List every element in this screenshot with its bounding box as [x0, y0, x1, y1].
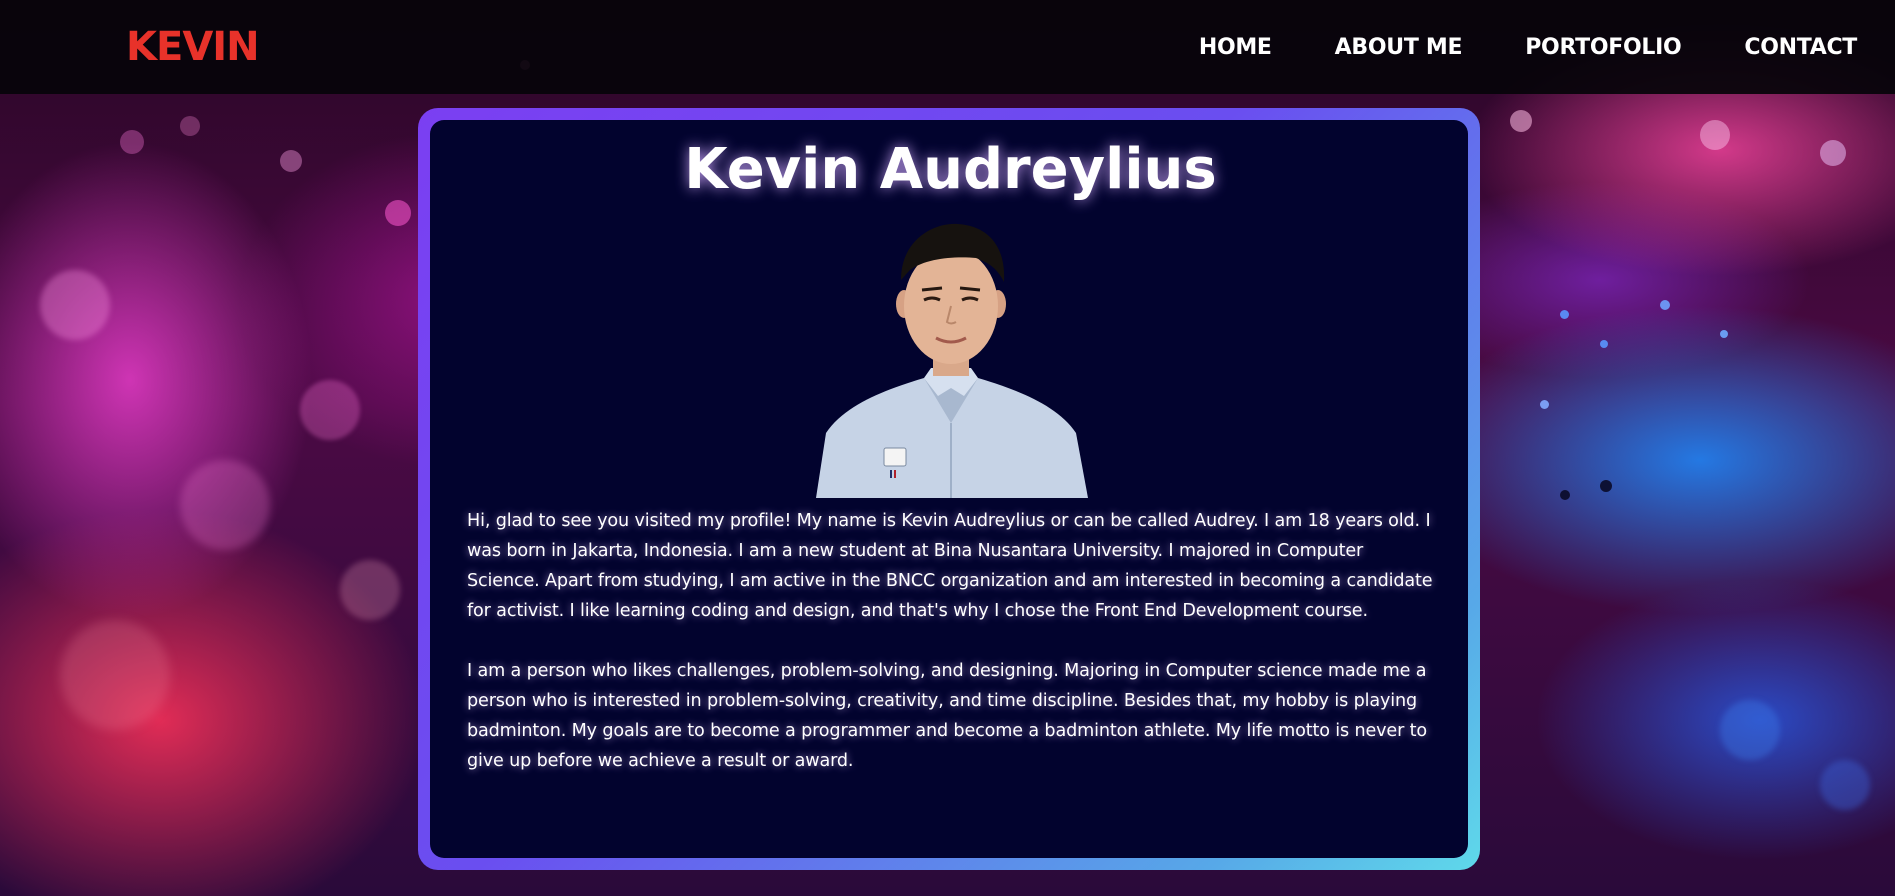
bokeh-dot — [60, 620, 170, 730]
bokeh-dot — [1540, 400, 1549, 409]
nav-link-portofolio[interactable]: PORTOFOLIO — [1525, 35, 1681, 60]
bokeh-dot — [300, 380, 360, 440]
bokeh-dot — [1600, 480, 1612, 492]
nav-link-about-me[interactable]: ABOUT ME — [1335, 35, 1463, 60]
profile-card: Kevin Audreylius Hi, glad to see you vis… — [430, 120, 1468, 858]
bokeh-dot — [120, 130, 144, 154]
navbar: KEVIN HOME ABOUT ME PORTOFOLIO CONTACT — [0, 0, 1895, 94]
bio-text: Hi, glad to see you visited my profile! … — [467, 506, 1434, 776]
bio-paragraph: I am a person who likes challenges, prob… — [467, 661, 1427, 771]
bokeh-dot — [340, 560, 400, 620]
bio-paragraph: Hi, glad to see you visited my profile! … — [467, 511, 1433, 621]
page: KEVIN HOME ABOUT ME PORTOFOLIO CONTACT K… — [0, 0, 1895, 896]
bokeh-dot — [1560, 490, 1570, 500]
nav-links: HOME ABOUT ME PORTOFOLIO CONTACT — [1199, 35, 1857, 60]
bokeh-dot — [1510, 110, 1532, 132]
bokeh-dot — [1660, 300, 1670, 310]
bokeh-dot — [180, 460, 270, 550]
bokeh-dot — [40, 270, 110, 340]
bokeh-dot — [1560, 310, 1569, 319]
profile-name: Kevin Audreylius — [684, 137, 1217, 202]
profile-photo — [815, 223, 1088, 498]
bokeh-dot — [1700, 120, 1730, 150]
site-logo[interactable]: KEVIN — [126, 24, 260, 70]
bokeh-dot — [280, 150, 302, 172]
bokeh-dot — [1820, 760, 1870, 810]
bokeh-dot — [1720, 700, 1780, 760]
bokeh-dot — [1600, 340, 1608, 348]
bokeh-dot — [1720, 330, 1728, 338]
nav-link-contact[interactable]: CONTACT — [1744, 35, 1857, 60]
bokeh-dot — [385, 200, 411, 226]
bokeh-dot — [1820, 140, 1846, 166]
bokeh-dot — [180, 116, 200, 136]
profile-card-border: Kevin Audreylius Hi, glad to see you vis… — [418, 108, 1480, 870]
nav-link-home[interactable]: HOME — [1199, 35, 1272, 60]
